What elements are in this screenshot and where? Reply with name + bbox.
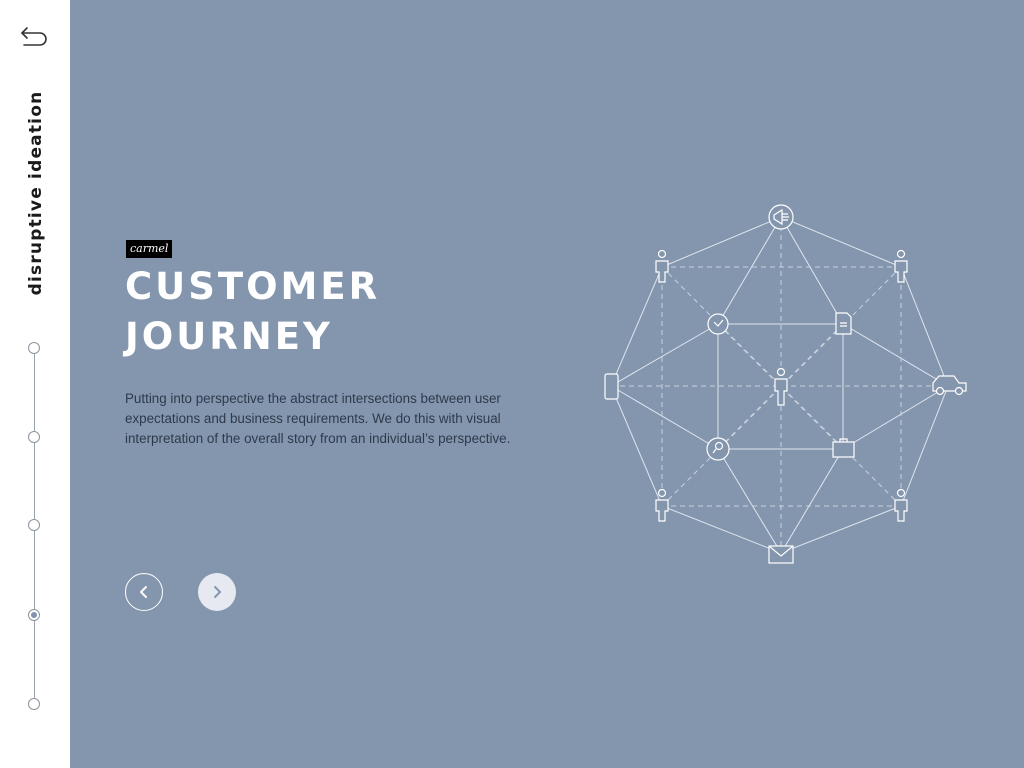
back-arrow-icon[interactable] <box>18 22 52 48</box>
timeline-step-4-active[interactable] <box>28 609 40 621</box>
page-description: Putting into perspective the abstract in… <box>125 391 511 446</box>
next-slide-button[interactable] <box>198 573 236 611</box>
megaphone-icon <box>768 204 794 230</box>
phone-icon <box>604 373 619 400</box>
briefcase-icon <box>832 438 855 458</box>
person-icon <box>774 367 788 406</box>
customer-journey-network-diagram <box>604 204 967 564</box>
person-icon <box>655 488 669 522</box>
timeline-step-5[interactable] <box>28 698 40 710</box>
car-icon <box>932 375 967 396</box>
search-icon <box>706 437 730 461</box>
chevron-right-icon <box>214 586 221 598</box>
slide-content: carmel CUSTOMER JOURNEY Putting into per… <box>70 0 1024 768</box>
page-title-line-1: CUSTOMER <box>125 265 381 308</box>
previous-slide-button[interactable] <box>125 573 163 611</box>
brand-logo: carmel <box>126 240 173 258</box>
timeline-step-1[interactable] <box>28 342 40 354</box>
timeline-step-3[interactable] <box>28 519 40 531</box>
presentation-title: disruptive ideation <box>26 90 46 296</box>
page-title: CUSTOMER JOURNEY <box>125 262 380 362</box>
sidebar: disruptive ideation <box>0 0 70 768</box>
chevron-left-icon <box>140 586 147 598</box>
document-icon <box>835 312 852 335</box>
clock-icon <box>707 313 729 335</box>
envelope-icon <box>768 545 794 564</box>
page-title-line-2: JOURNEY <box>125 315 333 358</box>
timeline-step-2[interactable] <box>28 431 40 443</box>
